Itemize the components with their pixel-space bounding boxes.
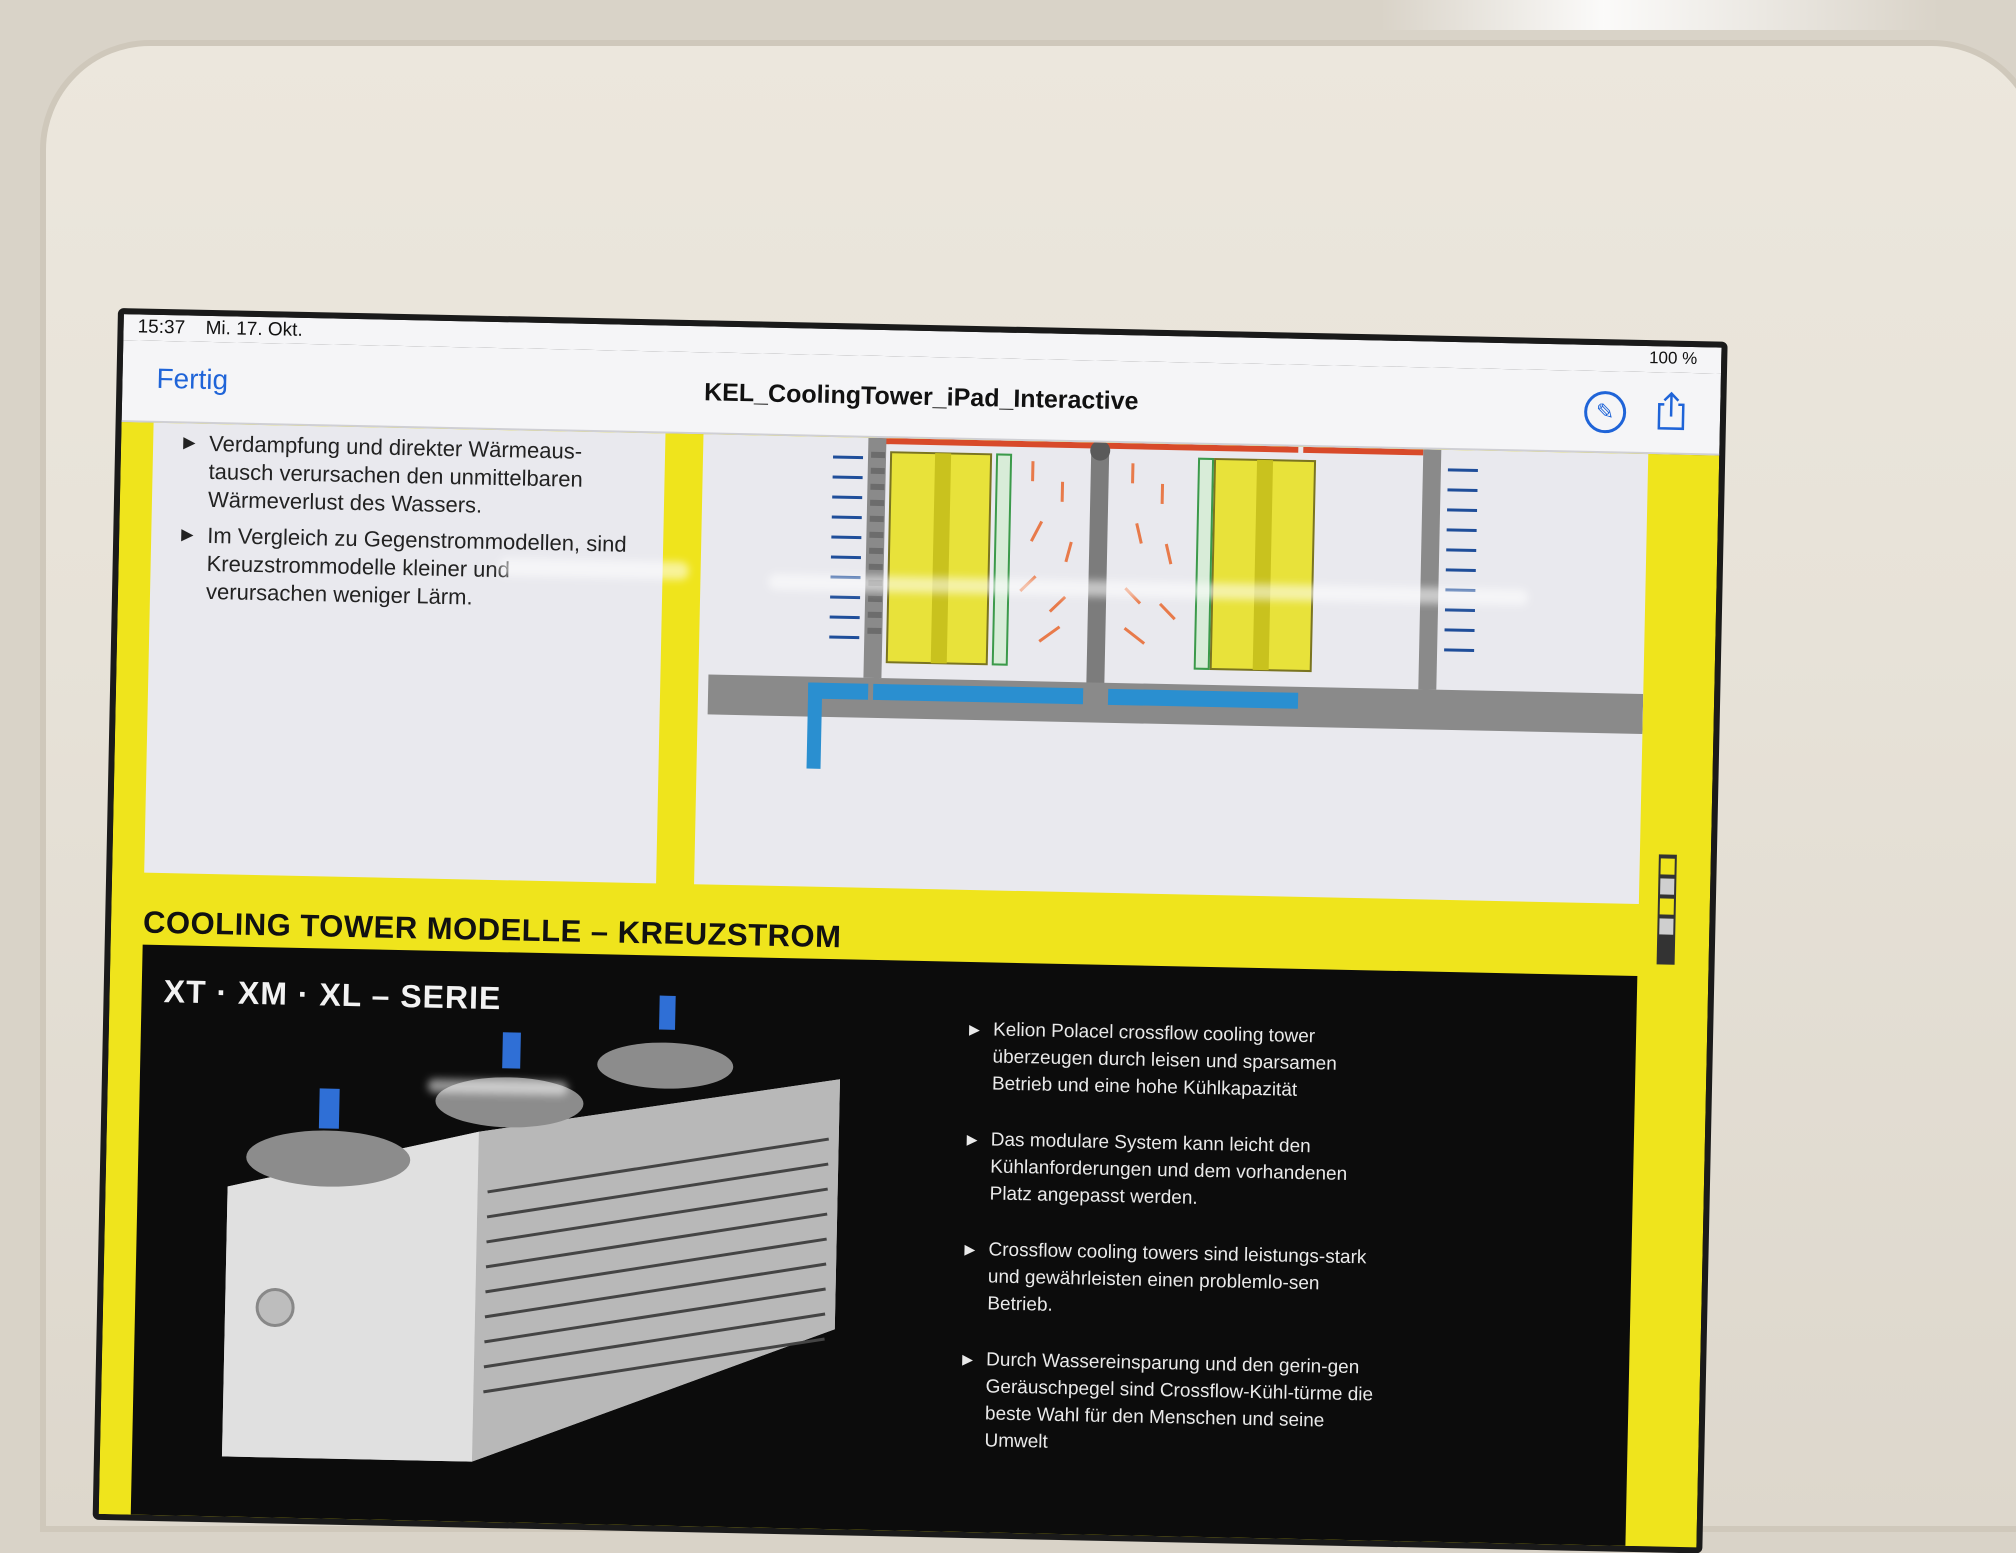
casing-right [1418, 449, 1441, 689]
crossflow-diagram [694, 434, 1648, 904]
fan-motor-2 [502, 1032, 521, 1068]
battery-indicator: 100 % [1649, 348, 1698, 369]
bullet-triangle-icon: ▶ [183, 429, 196, 457]
cooling-tower-product-image [210, 986, 862, 1553]
product-bullet-text: Kelion Polacel crossflow cooling tower ü… [992, 1016, 1394, 1105]
document-title: KEL_CoolingTower_iPad_Interactive [122, 366, 1720, 428]
page-thumbnail[interactable] [1659, 918, 1673, 934]
status-time: 15:37 [137, 316, 185, 339]
product-bullet-text: Durch Wassereinsparung und den gerin-gen… [984, 1346, 1386, 1462]
outlet-pipe-vertical [807, 683, 823, 769]
drift-eliminator-left [993, 454, 1011, 664]
ceiling-glare [1380, 0, 1940, 30]
page-thumbnail[interactable] [1660, 878, 1674, 894]
share-icon[interactable] [1656, 390, 1687, 431]
markup-pen-icon[interactable]: ✎ [1584, 391, 1627, 434]
bullet-triangle-icon: ▶ [969, 1016, 980, 1043]
fan-shroud-3 [597, 1041, 734, 1090]
distribution-plate-right [1303, 447, 1423, 456]
page-thumbnail[interactable] [1660, 858, 1674, 874]
drift-eliminator-right [1195, 459, 1213, 669]
crossflow-diagram-panel [694, 434, 1648, 904]
bullet-triangle-icon: ▶ [966, 1126, 977, 1153]
bullet-triangle-icon: ▶ [181, 521, 194, 549]
fan-motor-3 [659, 995, 676, 1029]
intro-text-panel: ▶ Verdampfung und direkter Wärmeaus-taus… [144, 423, 665, 884]
product-bullet-text: Das modulare System kann leicht den Kühl… [989, 1126, 1391, 1215]
document-content: ▶ Verdampfung und direkter Wärmeaus-taus… [99, 422, 1657, 1553]
product-panel: XT · XM · XL – SERIE [130, 945, 1637, 1553]
intro-bullet: ▶ Verdampfung und direkter Wärmeaus-taus… [183, 429, 633, 438]
fan-motor-1 [319, 1088, 340, 1128]
product-bullet: ▶ Das modulare System kann leicht den Kü… [967, 1126, 1387, 1135]
inlet-flange [257, 1289, 294, 1326]
light-reflection [428, 1079, 568, 1096]
document-page[interactable]: ▶ Verdampfung und direkter Wärmeaus-taus… [99, 422, 1720, 1553]
bullet-triangle-icon: ▶ [964, 1236, 975, 1263]
ipad-screen: 15:37 Mi. 17. Okt. 100 % Fertig KEL_Cool… [93, 308, 1728, 1553]
center-column [1086, 450, 1109, 690]
product-bullet: ▶ Kelion Polacel crossflow cooling tower… [969, 1016, 1389, 1025]
page-thumbnail-scrubber[interactable] [1657, 854, 1677, 964]
intro-bullet: ▶ Im Vergleich zu Gegenstrommodellen, si… [182, 521, 632, 530]
product-bullet: ▶ Durch Wassereinsparung und den gerin-g… [962, 1346, 1382, 1355]
status-date: Mi. 17. Okt. [205, 318, 303, 342]
page-thumbnail[interactable] [1660, 898, 1674, 914]
bullet-triangle-icon: ▶ [962, 1346, 973, 1373]
intro-bullet-text: Verdampfung und direkter Wärmeaus-tausch… [208, 430, 630, 523]
product-bullet-text: Crossflow cooling towers sind leistungs-… [987, 1236, 1389, 1325]
product-bullet: ▶ Crossflow cooling towers sind leistung… [965, 1236, 1385, 1245]
